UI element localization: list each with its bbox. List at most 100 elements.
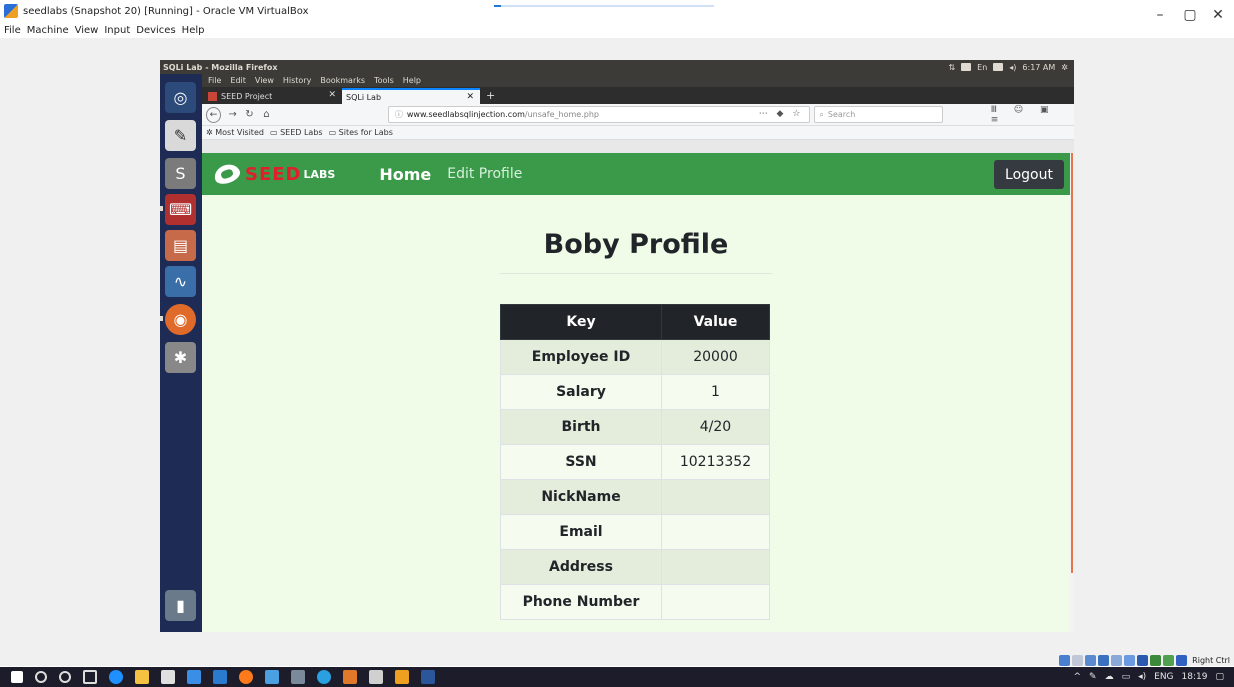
battery-icon[interactable]	[993, 63, 1004, 71]
mouse-integration-icon[interactable]	[1176, 655, 1188, 666]
task-view-icon[interactable]	[83, 670, 97, 684]
ff-menu-edit[interactable]: Edit	[230, 76, 246, 85]
nav-edit-profile-link[interactable]: Edit Profile	[447, 166, 522, 182]
bookmark-sites-for-labs[interactable]: ▭ Sites for Labs	[329, 128, 393, 137]
keyboard-layout-label[interactable]: En	[977, 63, 987, 72]
file-manager-icon[interactable]: ▤	[165, 230, 196, 261]
bookmark-most-visited[interactable]: ✲ Most Visited	[206, 128, 264, 137]
tab-seed-project[interactable]: SEED Project ✕	[204, 88, 342, 104]
display-icon[interactable]	[1137, 655, 1149, 666]
windows-start-icon[interactable]	[11, 671, 23, 683]
network-tool-icon[interactable]	[369, 670, 383, 684]
back-arrow-icon[interactable]: ←	[206, 106, 222, 123]
close-button[interactable]: ✕	[1198, 0, 1234, 30]
vscode-icon[interactable]	[213, 670, 227, 684]
host-menu-machine[interactable]: Machine	[27, 25, 69, 36]
pen-app-icon[interactable]	[265, 670, 279, 684]
new-tab-plus-icon[interactable]: +	[486, 89, 495, 102]
virtualbox-taskbar-icon[interactable]	[395, 670, 409, 684]
close-tab-icon[interactable]: ✕	[328, 90, 336, 100]
calculator-icon[interactable]	[291, 670, 305, 684]
host-window-title: seedlabs (Snapshot 20) [Running] - Oracl…	[23, 5, 309, 17]
reload-icon[interactable]: ↻	[242, 109, 257, 120]
scrollbar-thumb[interactable]	[1071, 153, 1073, 573]
firefox-icon[interactable]: ◉	[165, 304, 196, 335]
firefox-menubar: File Edit View History Bookmarks Tools H…	[202, 74, 1074, 87]
system-tray: ^ ✎ ☁ ▭ ◂) ENG 18:19 ▢	[1074, 667, 1225, 687]
vm-status-bar: Right Ctrl	[1059, 654, 1230, 667]
text-editor-icon[interactable]: ✎	[165, 120, 196, 151]
host-menu-file[interactable]: File	[4, 25, 21, 36]
site-info-icon[interactable]: ⓘ	[395, 109, 403, 120]
volume-tray-icon[interactable]: ◂)	[1138, 672, 1146, 682]
firefox-taskbar-icon[interactable]	[239, 670, 253, 684]
cortana-icon[interactable]	[59, 671, 71, 683]
page-scrollbar[interactable]	[1070, 153, 1074, 632]
audio-icon[interactable]	[1085, 655, 1097, 666]
page-actions-icon[interactable]: ⋯ ◆ ☆	[759, 109, 804, 119]
search-icon[interactable]	[35, 671, 47, 683]
host-progress-fill	[494, 5, 501, 7]
usb-icon[interactable]	[1111, 655, 1123, 666]
store-icon[interactable]	[161, 670, 175, 684]
ff-menu-help[interactable]: Help	[403, 76, 421, 85]
pen-tray-icon[interactable]: ✎	[1089, 672, 1097, 682]
cpu-activity-icon[interactable]	[1163, 655, 1175, 666]
table-header-row: Key Value	[500, 304, 770, 340]
keyboard-layout-icon[interactable]	[961, 63, 972, 71]
trash-icon[interactable]: ▮	[165, 590, 196, 621]
mail-icon[interactable]	[187, 670, 201, 684]
video-capture-icon[interactable]	[1150, 655, 1162, 666]
tab-title: SQLi Lab	[346, 92, 382, 102]
host-menu-input[interactable]: Input	[104, 25, 130, 36]
system-clock[interactable]: 18:19	[1182, 672, 1208, 682]
forward-arrow-icon[interactable]: →	[225, 109, 240, 120]
home-icon[interactable]: ⌂	[259, 109, 274, 120]
nav-home-link[interactable]: Home	[379, 165, 431, 184]
edge-browser-icon[interactable]	[109, 670, 123, 684]
system-settings-icon[interactable]: ✱	[165, 342, 196, 373]
file-explorer-icon[interactable]	[135, 670, 149, 684]
row-key: NickName	[500, 479, 662, 515]
url-host: www.seedlabsqlinjection.com	[406, 110, 525, 119]
settings-gear-icon[interactable]: ✲	[1061, 63, 1068, 72]
battery-tray-icon[interactable]: ▭	[1122, 672, 1131, 682]
wireshark-icon[interactable]: ∿	[165, 266, 196, 297]
ff-menu-view[interactable]: View	[255, 76, 274, 85]
language-indicator[interactable]: ENG	[1154, 672, 1173, 682]
close-tab-icon[interactable]: ✕	[466, 92, 474, 102]
show-hidden-icons-chevron-icon[interactable]: ^	[1074, 672, 1082, 682]
sublime-text-icon[interactable]: S	[165, 158, 196, 189]
ff-menu-file[interactable]: File	[208, 76, 221, 85]
network-icon[interactable]: ⇅	[948, 63, 955, 72]
host-menu-devices[interactable]: Devices	[136, 25, 175, 36]
bookmark-seed-labs[interactable]: ▭ SEED Labs	[270, 128, 323, 137]
hard-disk-icon[interactable]	[1059, 655, 1071, 666]
ff-menu-history[interactable]: History	[283, 76, 311, 85]
seedlabs-logo[interactable]: SEED LABS	[211, 161, 335, 187]
network-adapter-icon[interactable]	[1098, 655, 1110, 666]
office-icon[interactable]	[343, 670, 357, 684]
telegram-icon[interactable]	[317, 670, 331, 684]
host-menu-view[interactable]: View	[75, 25, 99, 36]
logout-button[interactable]: Logout	[994, 160, 1064, 189]
shared-folders-icon[interactable]	[1124, 655, 1136, 666]
tab-sqli-lab[interactable]: SQLi Lab ✕	[342, 88, 480, 104]
library-sync-menu-icons[interactable]: Ⅲ ☺ ▣ ≡	[991, 105, 1074, 125]
ff-menu-bookmarks[interactable]: Bookmarks	[320, 76, 365, 85]
dash-home-icon[interactable]: ◎	[165, 82, 196, 113]
guest-clock[interactable]: 6:17 AM	[1022, 63, 1055, 72]
terminal-icon[interactable]: ⌨	[165, 194, 196, 225]
guest-screen: SQLi Lab - Mozilla Firefox ⇅ En ◂) 6:17 …	[160, 60, 1074, 632]
onedrive-icon[interactable]: ☁	[1105, 672, 1114, 682]
search-bar[interactable]: ⌕ Search	[814, 106, 943, 123]
firefox-navbar: ← → ↻ ⌂ ⓘ www.seedlabsqlinjection.com /u…	[202, 104, 1074, 126]
url-bar[interactable]: ⓘ www.seedlabsqlinjection.com /unsafe_ho…	[387, 106, 811, 123]
optical-drive-icon[interactable]	[1072, 655, 1084, 666]
notifications-icon[interactable]: ▢	[1215, 672, 1224, 682]
host-menu-help[interactable]: Help	[182, 25, 205, 36]
row-value	[661, 584, 770, 620]
volume-icon[interactable]: ◂)	[1009, 63, 1016, 72]
word-icon[interactable]	[421, 670, 435, 684]
ff-menu-tools[interactable]: Tools	[374, 76, 394, 85]
